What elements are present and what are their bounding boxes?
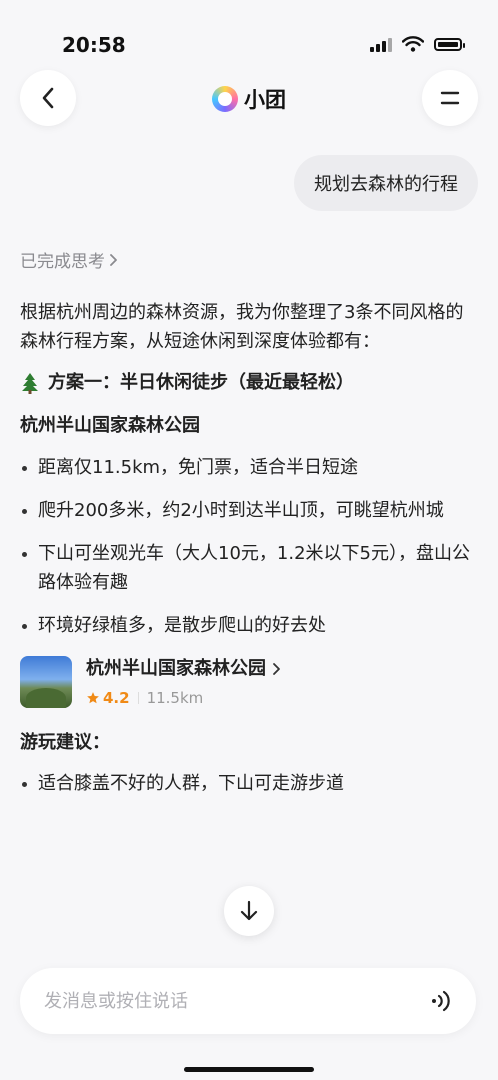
app-logo-icon [212, 86, 238, 112]
home-indicator [184, 1067, 314, 1072]
wifi-icon [402, 36, 424, 52]
arrow-down-icon [240, 900, 258, 921]
message-input[interactable] [42, 989, 386, 1013]
poi-meta: 4.2 11.5km [86, 686, 281, 710]
chevron-right-icon [273, 663, 280, 675]
scroll-to-bottom-button[interactable] [224, 886, 274, 936]
signal-icon [370, 36, 392, 52]
list-item: 距离仅11.5km，免门票，适合半日短途 [20, 453, 480, 482]
plan-heading: 方案一：半日休闲徒步（最近最轻松） [20, 368, 480, 397]
assistant-reply: 根据杭州周边的森林资源，我为你整理了3条不同风格的森林行程方案，从短途休闲到深度… [20, 298, 480, 812]
poi-name-text: 杭州半山国家森林公园 [86, 658, 266, 680]
feature-list: 距离仅11.5km，免门票，适合半日短途 爬升200多米，约2小时到达半山顶，可… [20, 453, 480, 641]
voice-icon[interactable] [428, 988, 454, 1014]
poi-thumbnail [20, 656, 72, 709]
top-nav: 小团 [0, 70, 498, 128]
message-input-bar [20, 968, 476, 1034]
poi-name: 杭州半山国家森林公园 [86, 654, 281, 683]
list-item: 环境好绿植多，是散步爬山的好去处 [20, 611, 480, 640]
tree-icon [22, 372, 38, 394]
tips-heading: 游玩建议： [20, 731, 110, 753]
menu-icon [440, 91, 460, 105]
poi-info: 杭州半山国家森林公园 4.2 11.5km [86, 654, 281, 709]
list-item: 适合膝盖不好的人群，下山可走游步道 [20, 769, 480, 798]
thinking-label: 已完成思考 [20, 252, 105, 272]
list-item: 爬升200多米，约2小时到达半山顶，可眺望杭州城 [20, 496, 480, 525]
divider [137, 691, 139, 704]
reply-intro: 根据杭州周边的森林资源，我为你整理了3条不同风格的森林行程方案，从短途休闲到深度… [20, 302, 464, 353]
status-icons [370, 36, 465, 52]
poi-rating-value: 4.2 [103, 688, 130, 707]
thinking-toggle[interactable]: 已完成思考 [20, 247, 119, 272]
place-heading: 杭州半山国家森林公园 [20, 415, 200, 437]
plan-title: 方案一：半日休闲徒步（最近最轻松） [48, 372, 354, 394]
tips-list: 适合膝盖不好的人群，下山可走游步道 [20, 769, 480, 798]
poi-distance: 11.5km [146, 688, 204, 707]
poi-rating: 4.2 [86, 686, 130, 710]
page-title: 小团 [244, 88, 286, 112]
user-message-bubble: 规划去森林的行程 [294, 155, 478, 211]
list-item: 下山可坐观光车（大人10元，1.2米以下5元），盘山公路体验有趣 [20, 539, 480, 597]
poi-card[interactable]: 杭州半山国家森林公园 4.2 11.5km [20, 654, 480, 709]
menu-button[interactable] [422, 70, 478, 126]
status-bar: 20:58 [0, 0, 498, 70]
status-time: 20:58 [62, 33, 126, 57]
star-icon [87, 691, 99, 703]
chevron-right-icon [110, 253, 117, 266]
battery-icon [434, 37, 465, 51]
